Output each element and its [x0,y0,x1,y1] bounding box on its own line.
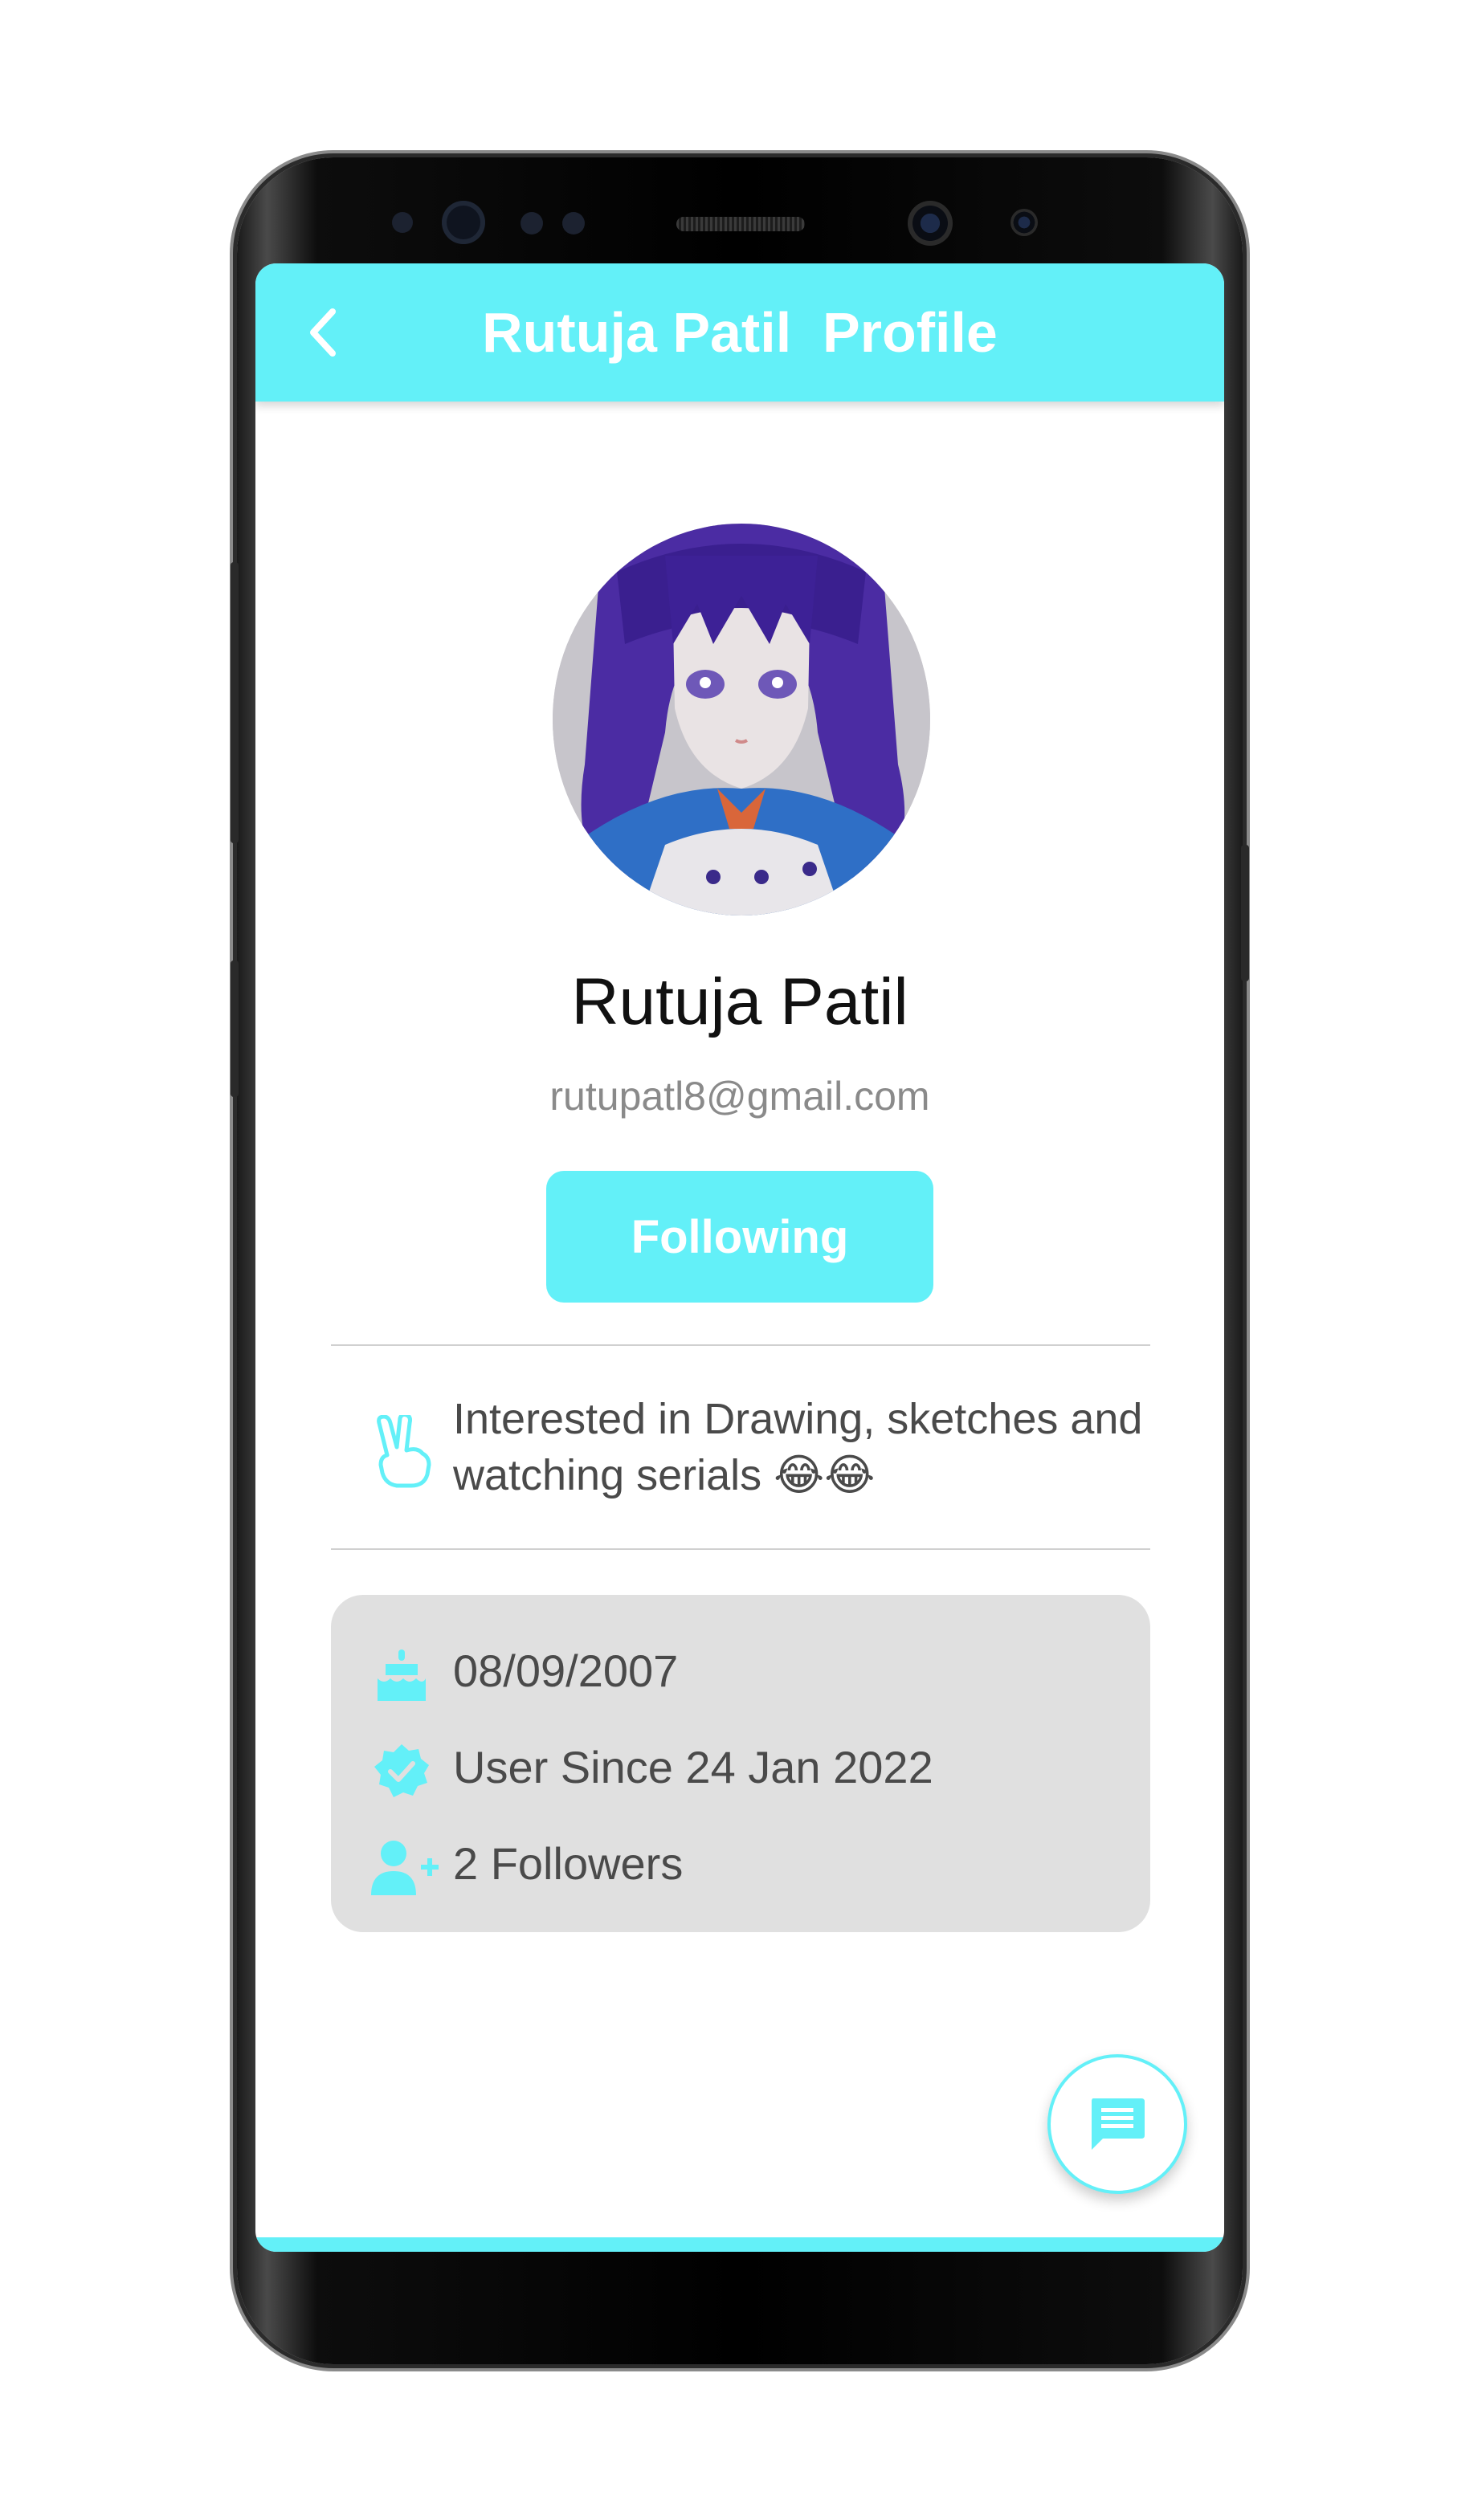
sensor-dot [562,212,585,234]
avatar-drawing [553,524,930,915]
iris-scanner [442,201,485,244]
app-bar: Rutuja Patil Profile [255,263,1224,402]
power-button [1241,845,1249,981]
divider-bottom [331,1548,1150,1550]
page-title: Rutuja Patil Profile [482,301,998,364]
chat-fab-button[interactable] [1047,2054,1187,2194]
back-button[interactable] [294,304,352,361]
info-row-user-since: User Since 24 Jan 2022 [331,1736,1150,1800]
profile-email: rutupatl8@gmail.com [549,1074,930,1119]
divider-top [331,1344,1150,1346]
chevron-left-icon [310,308,336,357]
light-sensor [521,212,543,234]
following-button[interactable]: Following [546,1171,933,1303]
verified-badge-icon [374,1744,429,1797]
app-screen: Rutuja Patil Profile Rutuja Patil rutupa… [255,263,1224,2252]
add-person-icon [371,1841,439,1895]
proximity-sensor [392,212,413,233]
bottom-accent-bar [255,2237,1224,2252]
volume-down-button [231,960,239,1097]
victory-hand-icon [377,1413,431,1488]
bio-text: Interested in Drawing, sketches and watc… [453,1395,1143,1499]
info-row-followers[interactable]: 2 Followers [331,1833,1150,1897]
followers-text: 2 Followers [453,1838,684,1889]
user-since-text: User Since 24 Jan 2022 [453,1742,933,1792]
profile-name: Rutuja Patil [571,965,908,1038]
earpiece-speaker [676,217,805,231]
info-card: 08/09/2007 User Since 24 Jan 2022 2 Foll… [331,1595,1150,1932]
avatar[interactable] [553,524,930,915]
birthday-cake-icon [378,1649,426,1701]
secondary-camera [1010,209,1038,236]
volume-up-button [231,562,239,843]
birthday-text: 08/09/2007 [453,1645,679,1696]
bio-icon-wrap [373,1413,435,1489]
front-camera [908,201,953,246]
info-row-birthday: 08/09/2007 [331,1640,1150,1704]
chat-message-icon [1092,2098,1145,2150]
